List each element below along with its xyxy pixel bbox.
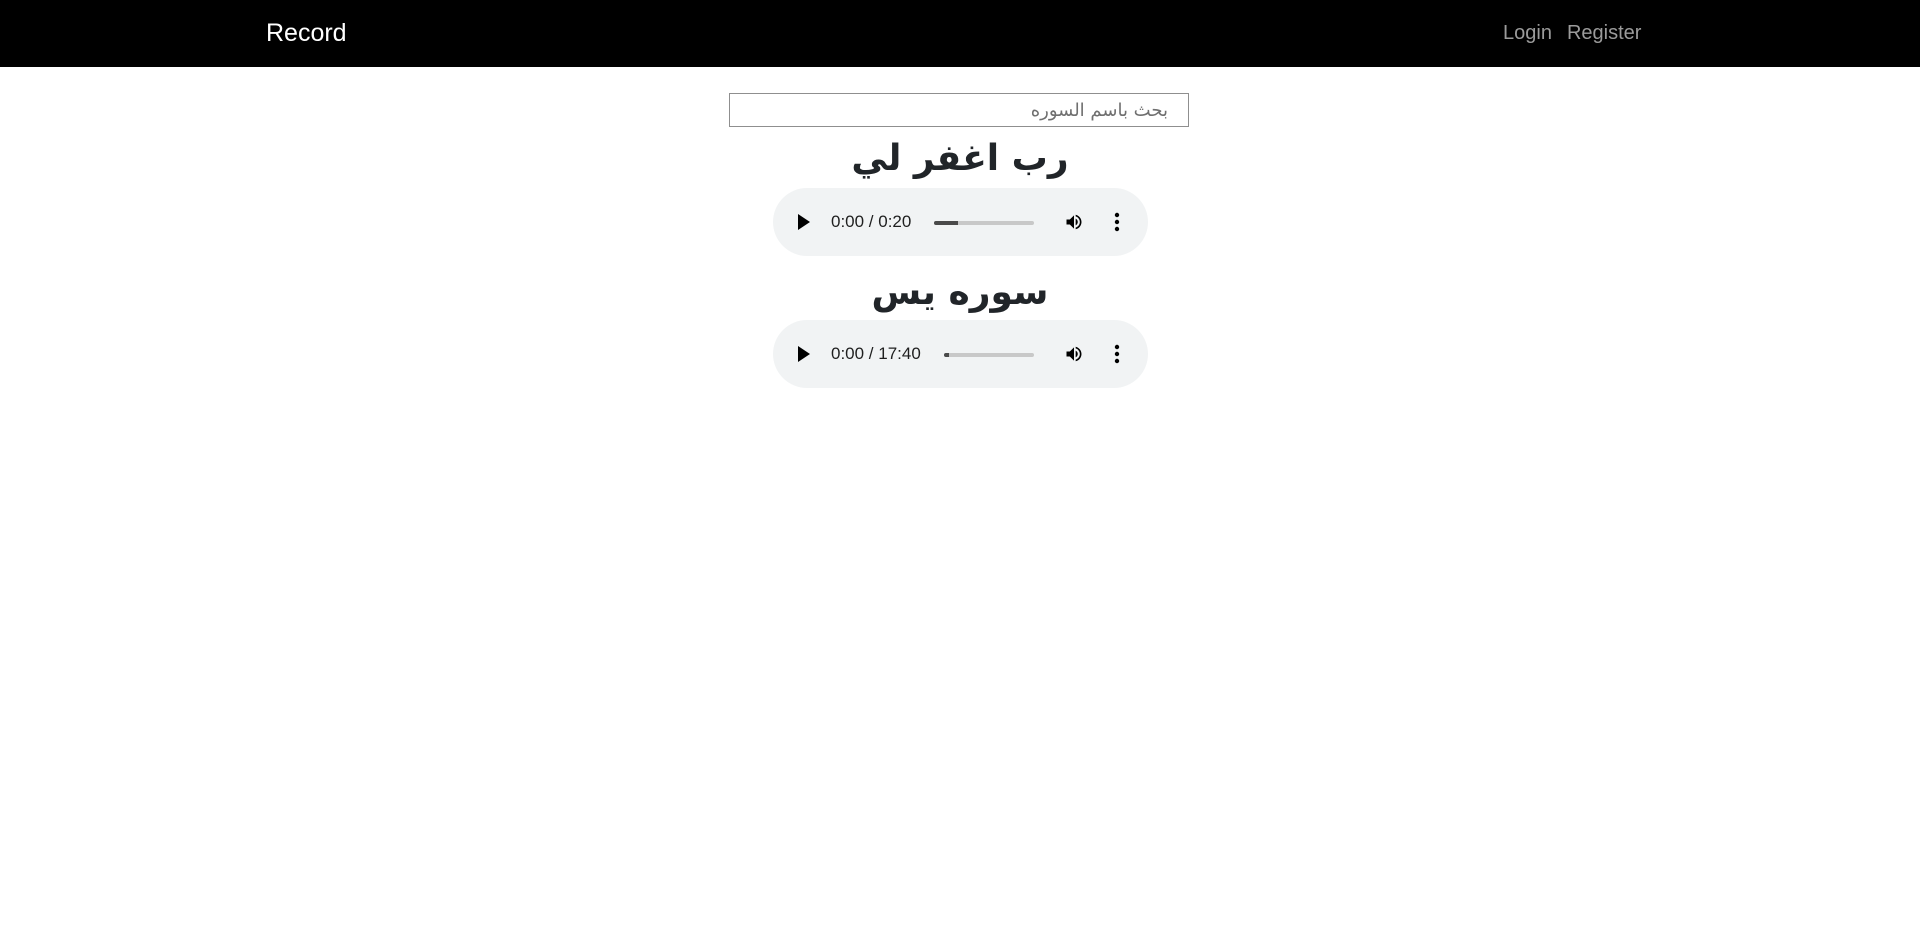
register-link[interactable]: Register xyxy=(1567,21,1641,45)
volume-icon[interactable] xyxy=(1063,344,1085,364)
time-readout-2: 0:00 / 17:40 xyxy=(831,344,921,363)
login-link[interactable]: Login xyxy=(1503,21,1552,45)
surah-search-input[interactable] xyxy=(729,93,1189,127)
more-vert-icon[interactable] xyxy=(1114,344,1120,364)
top-navbar: Record Login Register xyxy=(0,0,1920,67)
audio-player-2[interactable]: 0:00 / 17:40 xyxy=(773,320,1148,388)
audio-player-1[interactable]: 0:00 / 0:20 xyxy=(773,188,1148,256)
volume-icon[interactable] xyxy=(1063,212,1085,232)
brand-link[interactable]: Record xyxy=(266,18,347,48)
time-readout-1: 0:00 / 0:20 xyxy=(831,212,912,231)
recording-title-1: رب اغفر لي xyxy=(851,138,1069,179)
recording-title-2: سوره يس xyxy=(871,272,1049,313)
play-icon[interactable] xyxy=(798,346,810,362)
seek-bar-buffered-1 xyxy=(934,221,958,225)
seek-bar-buffered-2 xyxy=(944,353,949,357)
seek-bar-1[interactable] xyxy=(934,221,1034,225)
more-vert-icon[interactable] xyxy=(1114,212,1120,232)
nav-links: Login Register xyxy=(1503,21,1641,45)
play-icon[interactable] xyxy=(798,214,810,230)
seek-bar-2[interactable] xyxy=(944,353,1034,357)
